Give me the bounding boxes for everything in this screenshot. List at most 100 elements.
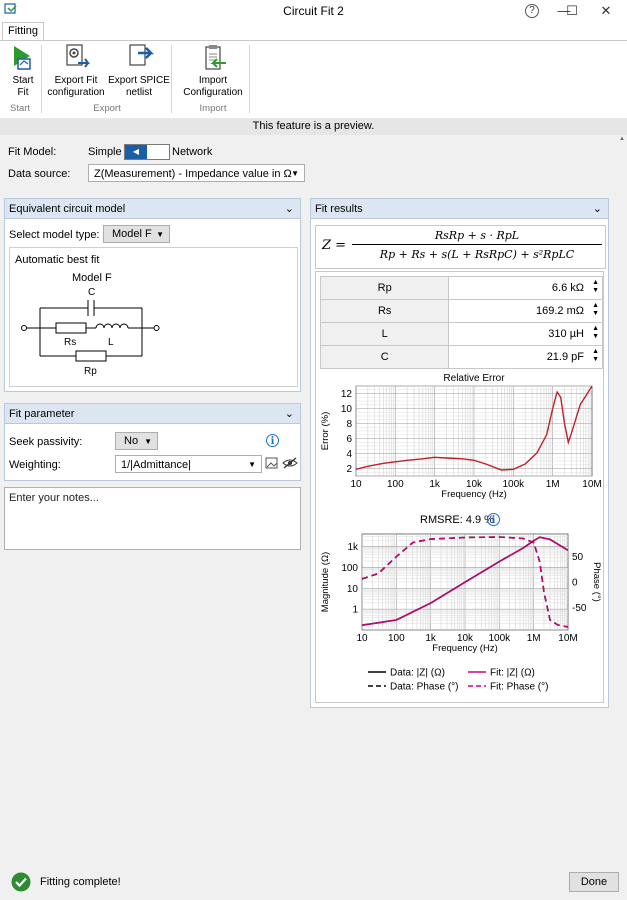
image-icon[interactable] [265, 456, 279, 470]
export-fit-label: Export Fit configuration [47, 75, 105, 98]
y2-tick-label: 50 [572, 552, 584, 563]
param-name: Rp [319, 276, 450, 300]
export-netlist-icon [129, 44, 154, 66]
model-type-dropdown[interactable]: Model F ▼ [103, 225, 170, 243]
parameter-table: Rp 6.6 kΩ ▲ ▼ Rs 169.2 mΩ ▲ ▼ L 310 µH ▲ ▼ C 21.9 … [319, 276, 603, 369]
info-icon[interactable]: i [266, 434, 279, 447]
table-row: L 310 µH ▲ ▼ [319, 322, 603, 346]
impedance-bode-chart: 10 100 1k 10k 100k 1M 10M1101001k500-50Frequen… [320, 533, 602, 693]
param-value-field[interactable]: 169.2 mΩ ▲ ▼ [448, 299, 603, 323]
start-fit-button[interactable]: Start Fit [4, 43, 42, 99]
results-area: Rp 6.6 kΩ ▲ ▼ Rs 169.2 mΩ ▲ ▼ L 310 µH ▲ ▼ C 21.9 … [315, 271, 604, 703]
weighting-dropdown[interactable]: 1/|Admittance| ▼ [115, 455, 262, 473]
y-tick-label: 1 [352, 605, 358, 616]
param-value-field[interactable]: 310 µH ▲ ▼ [448, 322, 603, 346]
scroll-up-icon[interactable]: ▲ [617, 136, 627, 142]
ribbon-divider [171, 45, 172, 113]
weighting-label: Weighting: [9, 459, 61, 471]
collapse-chevron-icon[interactable]: ⌄ [285, 199, 294, 219]
fit-model-simple-label: Simple [88, 146, 122, 158]
export-spice-button[interactable]: Export SPICE netlist [108, 43, 170, 99]
notes-textarea[interactable]: Enter your notes... [4, 487, 301, 550]
spinner-arrows-icon[interactable]: ▲ ▼ [592, 325, 599, 341]
equivalent-circuit-header[interactable]: Equivalent circuit model ⌄ [5, 199, 300, 219]
param-name: Rs [319, 299, 450, 323]
relative-error-chart: Relative Error10 100 1k 10k 100k 1M 10M2468101… [320, 373, 602, 500]
ribbon: Start Fit Start Export Fit configuration… [0, 40, 627, 119]
x-tick-label: 10 [356, 633, 368, 644]
spinner-arrows-icon[interactable]: ▲ ▼ [592, 348, 599, 364]
fit-parameter-header[interactable]: Fit parameter ⌄ [5, 404, 300, 424]
collapse-chevron-icon[interactable]: ⌄ [285, 404, 294, 424]
spinner-arrows-icon[interactable]: ▲ ▼ [592, 279, 599, 295]
y-tick-label: 6 [346, 434, 352, 445]
maximize-button[interactable]: ☐ [562, 2, 582, 20]
formula-numerator: RsRp + s · RpL [352, 229, 602, 245]
y2-tick-label: -50 [572, 603, 587, 614]
import-config-button[interactable]: Import Configuration [178, 43, 248, 99]
y-tick-label: 12 [341, 389, 353, 400]
fit-model-label: Fit Model: [8, 146, 57, 158]
collapse-chevron-icon[interactable]: ⌄ [593, 199, 602, 219]
equivalent-circuit-panel: Equivalent circuit model ⌄ Select model … [4, 198, 301, 392]
y-tick-label: 4 [346, 449, 352, 460]
data-source-value: Z(Measurement) - Impedance value in Ω [94, 168, 292, 180]
param-value-field[interactable]: 21.9 pF ▲ ▼ [448, 345, 603, 369]
spinner-arrows-icon[interactable]: ▲ ▼ [592, 302, 599, 318]
seek-passivity-dropdown[interactable]: No ▼ [115, 432, 158, 450]
equivalent-circuit-title: Equivalent circuit model [9, 203, 126, 215]
legend-label: Fit: Phase (°) [490, 682, 548, 693]
data-source-dropdown[interactable]: Z(Measurement) - Impedance value in Ω ▼ [88, 164, 305, 182]
y-tick-label: 100 [341, 563, 358, 574]
group-label-export: Export [93, 103, 121, 114]
x-tick-label: 100 [387, 479, 404, 490]
table-row: Rs 169.2 mΩ ▲ ▼ [319, 299, 603, 323]
y2-tick-label: 0 [572, 578, 578, 589]
dropdown-arrow-icon: ▼ [291, 169, 299, 178]
info-icon[interactable]: i [487, 513, 500, 526]
dropdown-arrow-icon: ▼ [144, 437, 152, 446]
hide-eye-icon[interactable] [282, 456, 298, 470]
success-check-icon [11, 872, 31, 892]
fit-results-panel: Fit results ⌄ Z = RsRp + s · RpL Rp + Rs… [310, 198, 609, 708]
dropdown-arrow-icon: ▼ [156, 230, 164, 239]
export-fit-button[interactable]: Export Fit configuration [44, 43, 108, 99]
x-tick-label: 10M [558, 633, 577, 644]
y-tick-label: 10 [347, 584, 359, 595]
ribbon-divider [249, 45, 250, 113]
legend-label: Data: |Z| (Ω) [390, 668, 445, 679]
fit-model-toggle[interactable]: ◀ [124, 144, 170, 160]
param-value-field[interactable]: 6.6 kΩ ▲ ▼ [448, 276, 603, 300]
import-config-label: Import Configuration [183, 75, 243, 98]
weighting-value: 1/|Admittance| [121, 459, 191, 471]
tab-fitting[interactable]: Fitting [2, 22, 44, 41]
formula-denominator: Rp + Rs + s(L + RsRpC) + s²RpLC [379, 248, 575, 261]
circuit-schematic: C Rs L Rp [21, 287, 160, 377]
legend-label: Data: Phase (°) [390, 682, 458, 693]
play-icon [14, 46, 31, 70]
dropdown-arrow-icon: ▼ [248, 460, 256, 469]
circuit-label-rs: Rs [64, 337, 76, 348]
y-tick-label: 8 [346, 419, 352, 430]
x-tick-label: 10 [350, 479, 362, 490]
x-axis-label: Frequency (Hz) [432, 643, 497, 654]
legend-label: Fit: |Z| (Ω) [490, 668, 535, 679]
import-config-icon [205, 45, 226, 70]
y-tick-label: 1k [347, 542, 359, 553]
x-axis-label: Frequency (Hz) [441, 489, 506, 500]
circuit-diagram-box: Automatic best fit Model F C Rs L Rp [9, 247, 298, 387]
tab-strip: Fitting [0, 22, 627, 41]
param-name: C [319, 345, 450, 369]
fit-results-header[interactable]: Fit results ⌄ [311, 199, 608, 219]
group-label-import: Import [199, 103, 227, 114]
circuit-label-c: C [88, 287, 95, 298]
x-tick-label: 100 [388, 633, 405, 644]
y-axis-label: Error (%) [320, 412, 331, 451]
done-button[interactable]: Done [569, 872, 619, 892]
help-icon[interactable]: ? [522, 2, 542, 20]
data-source-label: Data source: [8, 168, 71, 180]
vertical-scrollbar[interactable]: ▲ [617, 136, 627, 864]
circuit-label-rp: Rp [84, 366, 97, 377]
formula-lhs: Z = [322, 238, 347, 253]
close-button[interactable]: ✕ [596, 2, 616, 20]
